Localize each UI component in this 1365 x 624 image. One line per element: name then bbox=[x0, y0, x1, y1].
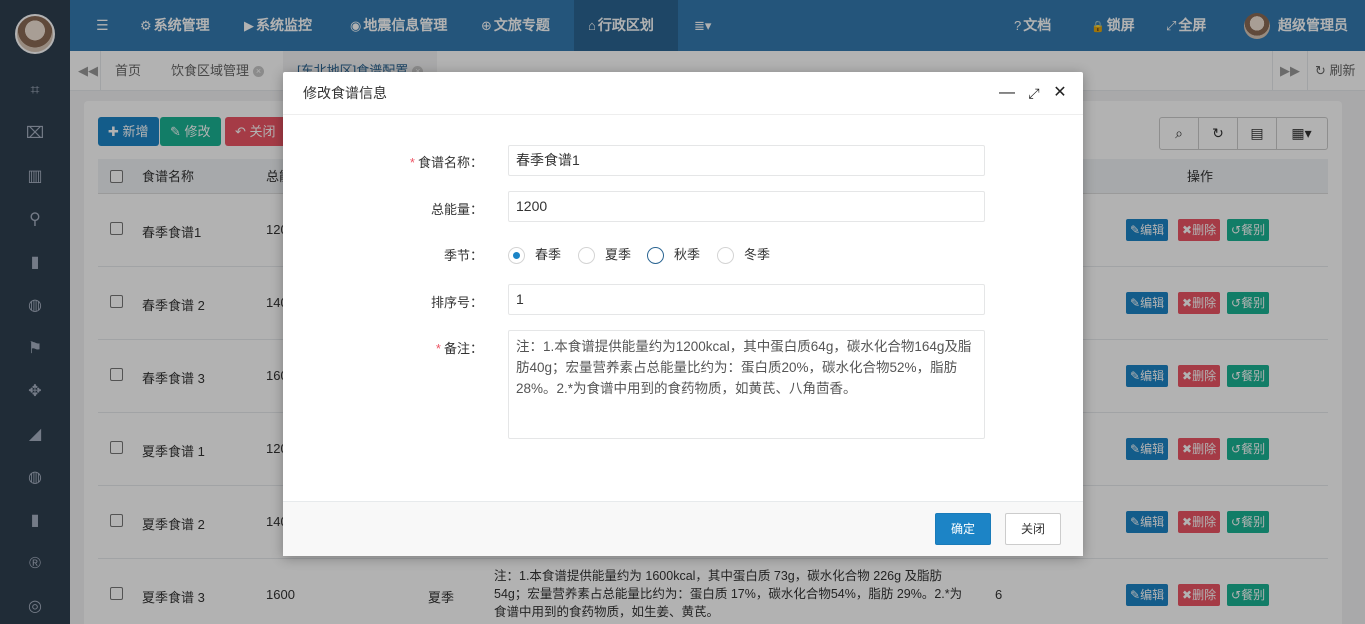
close-icon[interactable]: ✕ bbox=[1051, 84, 1069, 102]
season-radio-summer[interactable]: 夏季 bbox=[578, 246, 631, 265]
note-textarea[interactable]: 注：1.本食谱提供能量约为1200kcal，其中蛋白质64g，碳水化合物164g… bbox=[508, 330, 985, 439]
season-radio-winter[interactable]: 冬季 bbox=[717, 246, 770, 265]
season-radio-autumn[interactable]: 秋季 bbox=[647, 246, 700, 265]
modal-header: 修改食谱信息 — ⤢ ✕ bbox=[283, 72, 1083, 115]
sort-order-input[interactable]: 1 bbox=[508, 284, 985, 315]
modal-footer: 确定 关闭 bbox=[283, 501, 1083, 556]
recipe-name-input[interactable]: 春季食谱1 bbox=[508, 145, 985, 176]
season-label: 季节： bbox=[443, 248, 483, 263]
name-label: * 食谱名称： bbox=[409, 155, 483, 170]
radio-checked bbox=[508, 247, 525, 265]
confirm-button[interactable]: 确定 bbox=[935, 513, 991, 545]
minimize-icon[interactable]: — bbox=[998, 84, 1016, 102]
maximize-icon[interactable]: ⤢ bbox=[1025, 84, 1043, 102]
order-label: 排序号： bbox=[430, 295, 483, 310]
note-label: * 备注： bbox=[435, 341, 483, 356]
total-energy-input[interactable]: 1200 bbox=[508, 191, 985, 222]
radio-unchecked bbox=[717, 247, 734, 265]
radio-unchecked bbox=[578, 247, 595, 265]
radio-unchecked bbox=[647, 247, 664, 265]
edit-recipe-modal: 修改食谱信息 — ⤢ ✕ * 食谱名称： 春季食谱1 总能量： 1200 季节： … bbox=[283, 72, 1083, 556]
energy-label: 总能量： bbox=[430, 202, 483, 217]
modal-title: 修改食谱信息 bbox=[303, 85, 387, 101]
cancel-button[interactable]: 关闭 bbox=[1005, 513, 1061, 545]
season-radio-spring[interactable]: 春季 bbox=[508, 246, 561, 265]
